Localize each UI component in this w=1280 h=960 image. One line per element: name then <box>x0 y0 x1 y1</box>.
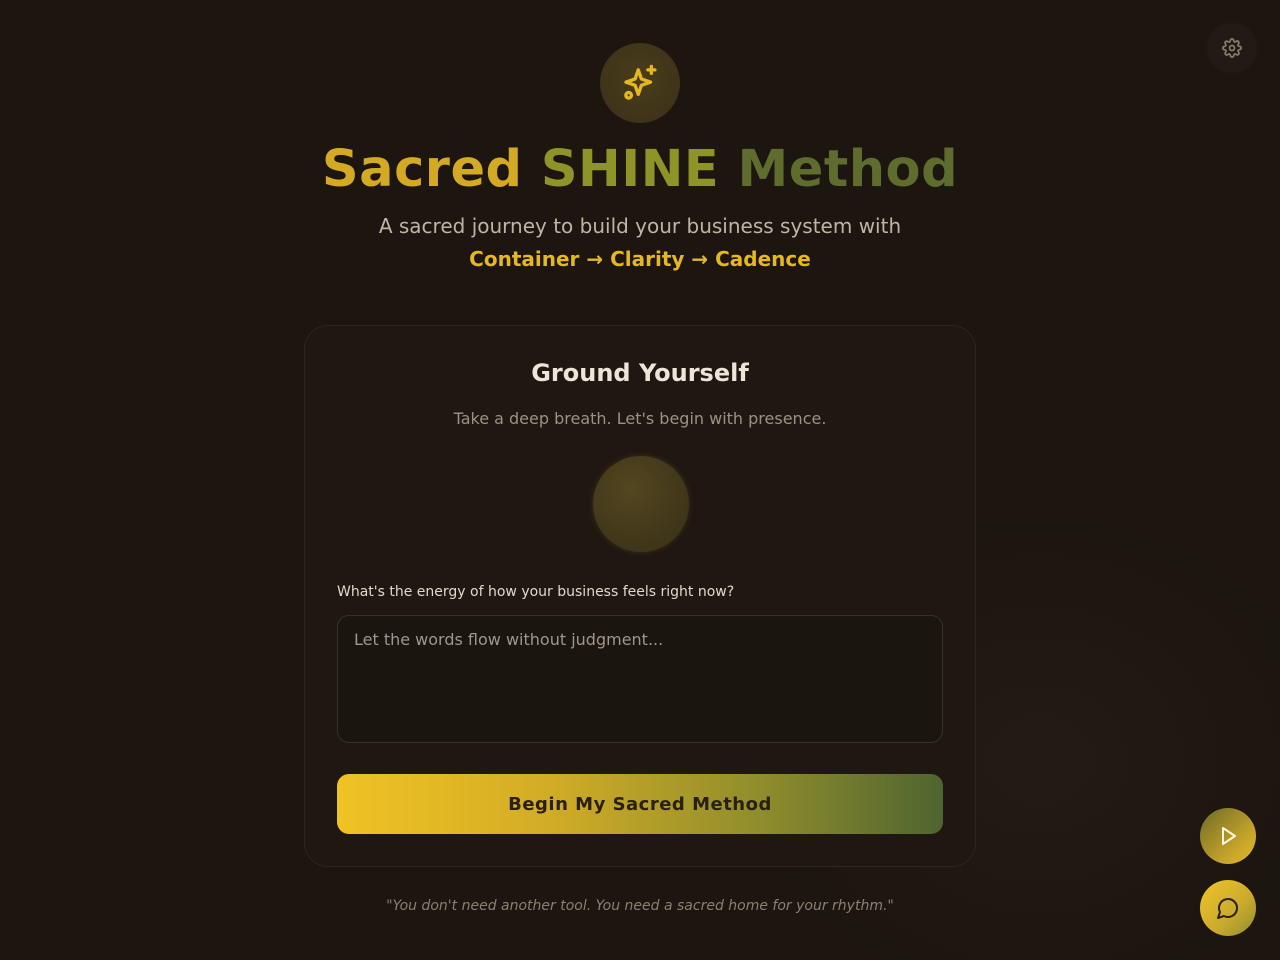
energy-question-label: What's the energy of how your business f… <box>337 584 735 600</box>
chat-bubble-icon <box>1217 898 1238 919</box>
chat-button[interactable] <box>1200 880 1256 936</box>
hero-badge <box>600 43 680 123</box>
footer-quote: "You don't need another tool. You need a… <box>386 898 894 914</box>
energy-input[interactable] <box>337 615 943 743</box>
title-word-method: Method <box>737 140 959 199</box>
page-subtitle: A sacred journey to build your business … <box>378 214 902 238</box>
title-word-sacred: Sacred <box>321 140 523 199</box>
begin-method-button[interactable]: Begin My Sacred Method <box>337 774 943 834</box>
sparkles-icon <box>624 64 657 100</box>
method-flow: Container → Clarity → Cadence <box>469 247 811 271</box>
card-subtitle: Take a deep breath. Let's begin with pre… <box>453 409 827 428</box>
play-button[interactable] <box>1200 808 1256 864</box>
title-word-shine: SHINE <box>540 140 720 199</box>
grounding-card: Ground Yourself Take a deep breath. Let'… <box>304 325 976 867</box>
settings-button[interactable] <box>1207 23 1257 73</box>
gear-icon <box>1222 38 1242 58</box>
play-icon <box>1222 827 1236 845</box>
card-title: Ground Yourself <box>531 359 749 387</box>
page-title: Sacred SHINE Method <box>0 140 1280 199</box>
breathing-orb <box>593 456 689 552</box>
